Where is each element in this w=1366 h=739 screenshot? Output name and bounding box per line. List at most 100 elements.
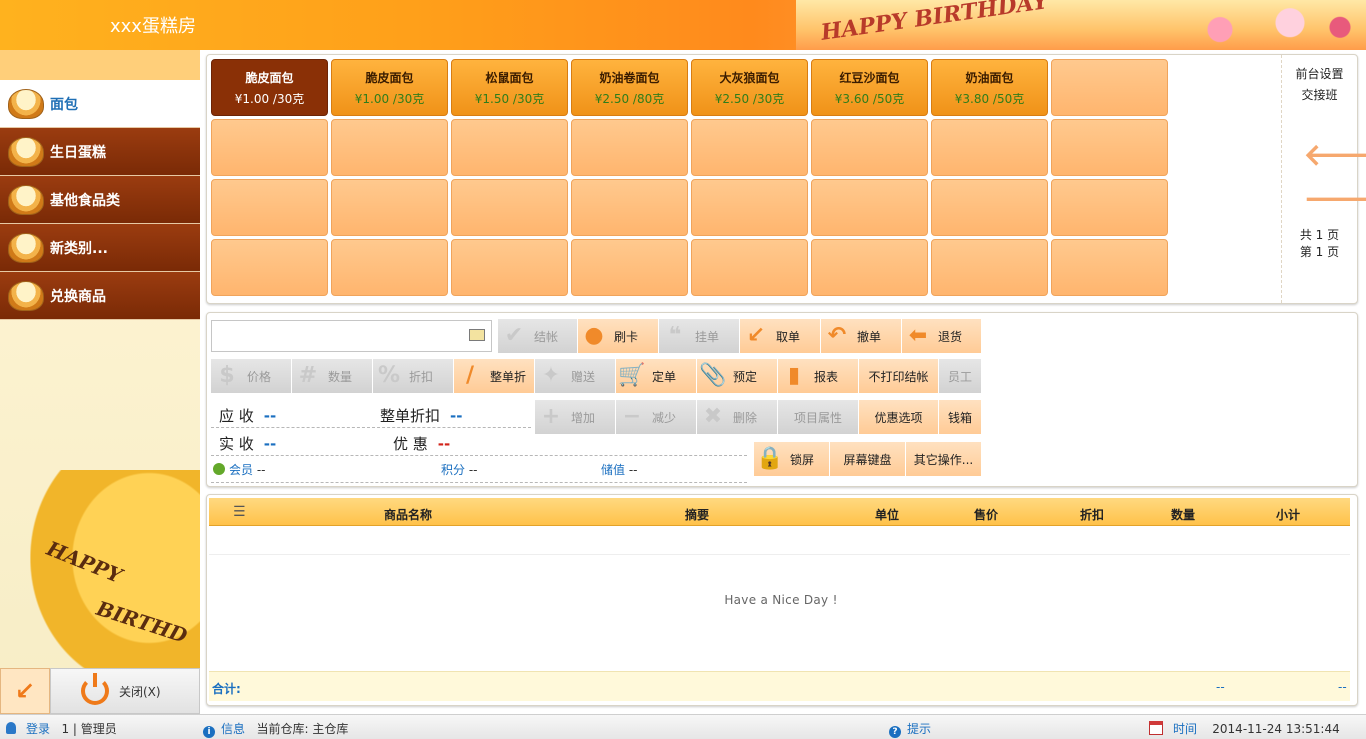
slash-icon: / [465,363,475,388]
category-label: 面包 [50,96,78,113]
empty-product-tile[interactable] [1051,59,1168,116]
empty-product-tile[interactable] [811,119,928,176]
discount-amount-value: -- [437,435,451,453]
column-header: 数量 [1171,508,1196,522]
empty-product-tile[interactable] [1051,119,1168,176]
frontdesk-settings-link[interactable]: 前台设置 [1282,65,1357,82]
return-goods-button[interactable]: ⬅ 退货 [902,319,982,353]
column-header: 单位 [875,508,900,522]
empty-product-tile[interactable] [571,239,688,296]
category-bread[interactable]: 面包 [0,80,200,128]
empty-product-tile[interactable] [211,179,328,236]
empty-product-tile[interactable] [571,119,688,176]
item-attributes-button[interactable]: 项目属性 [778,400,859,434]
member-value: -- [256,463,266,477]
product-tile[interactable]: 奶油面包 ¥3.80 /50克 [931,59,1048,116]
operations-panel: ✔ 结帐 ● 刷卡 ❝ 挂单 ↙ 取单 ↶ 撤单 ⬅ 退货 $ 价格 # 数量 % 折扣 / 整单折… [206,312,1358,487]
empty-product-tile[interactable] [691,239,808,296]
gift-button[interactable]: ✦ 赠送 [535,359,616,393]
cake-icon [8,184,44,215]
empty-product-tile[interactable] [691,119,808,176]
arrow-left-icon[interactable]: 🡐 [1304,141,1366,171]
empty-product-tile[interactable] [811,239,928,296]
increase-button[interactable]: + 增加 [535,400,616,434]
empty-product-tile[interactable] [331,119,448,176]
category-exchange[interactable]: 兑换商品 [0,272,200,320]
cash-drawer-button[interactable]: 钱箱 [939,400,982,434]
product-tile[interactable]: 红豆沙面包 ¥3.60 /50克 [811,59,928,116]
product-tile[interactable]: 奶油卷面包 ¥2.50 /80克 [571,59,688,116]
price-button[interactable]: $ 价格 [211,359,292,393]
product-price: ¥2.50 /30克 [714,91,785,106]
column-header: 小计 [1276,508,1301,522]
empty-product-tile[interactable] [211,119,328,176]
product-price: ¥2.50 /80克 [594,91,665,106]
divider [211,455,747,456]
product-tile[interactable]: 脆皮面包 ¥1.00 /30克 [331,59,448,116]
magic-wand-icon: ✦ [541,363,561,388]
empty-product-tile[interactable] [571,179,688,236]
points-value: -- [468,463,478,477]
empty-product-tile[interactable] [931,119,1048,176]
arrow-down-left-icon: ↙ [746,323,766,348]
empty-product-tile[interactable] [331,239,448,296]
product-tile[interactable]: 松鼠面包 ¥1.50 /30克 [451,59,568,116]
empty-product-tile[interactable] [451,179,568,236]
empty-product-tile[interactable] [811,179,928,236]
divider [211,482,747,483]
retrieve-order-button[interactable]: ↙ 取单 [740,319,821,353]
checkout-no-print-button[interactable]: 不打印结帐 [859,359,939,393]
close-button[interactable]: 关闭(X) [50,668,200,714]
order-button[interactable]: 🛒 定单 [616,359,697,393]
power-icon [81,673,109,705]
cart-icon: 🛒 [618,363,646,388]
empty-product-tile[interactable] [931,239,1048,296]
order-discount-button[interactable]: / 整单折 [454,359,535,393]
checkout-button[interactable]: ✔ 结帐 [498,319,578,353]
empty-product-tile[interactable] [1051,179,1168,236]
promotion-options-button[interactable]: 优惠选项 [859,400,939,434]
product-name: 大灰狼面包 [719,70,780,85]
column-header: 摘要 [685,508,710,522]
empty-product-tile[interactable] [451,119,568,176]
empty-product-tile[interactable] [931,179,1048,236]
barcode-search-input[interactable] [211,320,492,352]
staff-button[interactable]: 员工 [939,359,982,393]
product-price: ¥3.80 /50克 [954,91,1025,106]
product-side-menu: 前台设置 交接班 🡐 🡒 共 1 页 第 1 页 [1281,55,1366,303]
reserve-button[interactable]: 📎 预定 [697,359,778,393]
empty-product-tile[interactable] [331,179,448,236]
receivable-field: 应 收 -- [219,407,277,425]
product-tile[interactable]: 脆皮面包 ¥1.00 /30克 [211,59,328,116]
shift-handover-link[interactable]: 交接班 [1282,86,1357,103]
delete-button[interactable]: ✖ 删除 [697,400,778,434]
category-birthday-cake[interactable]: 生日蛋糕 [0,128,200,176]
empty-product-tile[interactable] [211,239,328,296]
empty-product-tile[interactable] [451,239,568,296]
back-button[interactable]: ↙ [0,668,50,714]
product-tile[interactable]: 大灰狼面包 ¥2.50 /30克 [691,59,808,116]
cancel-order-button[interactable]: ↶ 撤单 [821,319,902,353]
empty-product-tile[interactable] [1051,239,1168,296]
swipe-card-button[interactable]: ● 刷卡 [578,319,659,353]
decrease-button[interactable]: − 减少 [616,400,697,434]
category-new[interactable]: 新类别... [0,224,200,272]
app-header: xxx蛋糕房 HAPPY BIRTHDAY [0,0,1366,50]
cake-icon [8,280,44,311]
hold-order-button[interactable]: ❝ 挂单 [659,319,740,353]
order-discount-field: 整单折扣 -- [380,407,463,425]
discount-button[interactable]: % 折扣 [373,359,454,393]
category-other-food[interactable]: 基他食品类 [0,176,200,224]
screen-keyboard-button[interactable]: 屏幕键盘 [830,442,906,476]
other-operations-button[interactable]: 其它操作... [906,442,982,476]
report-button[interactable]: ▮ 报表 [778,359,859,393]
minus-icon: − [622,404,642,429]
keyboard-icon[interactable] [469,329,485,341]
undo-icon: ↶ [827,323,847,348]
product-name: 松鼠面包 [485,70,534,85]
arrow-right-icon[interactable]: 🡒 [1304,185,1366,215]
empty-product-tile[interactable] [691,179,808,236]
product-grid: 脆皮面包 ¥1.00 /30克 脆皮面包 ¥1.00 /30克 松鼠面包 ¥1.… [211,59,1168,296]
lock-screen-button[interactable]: 🔒 锁屏 [754,442,830,476]
quantity-button[interactable]: # 数量 [292,359,373,393]
